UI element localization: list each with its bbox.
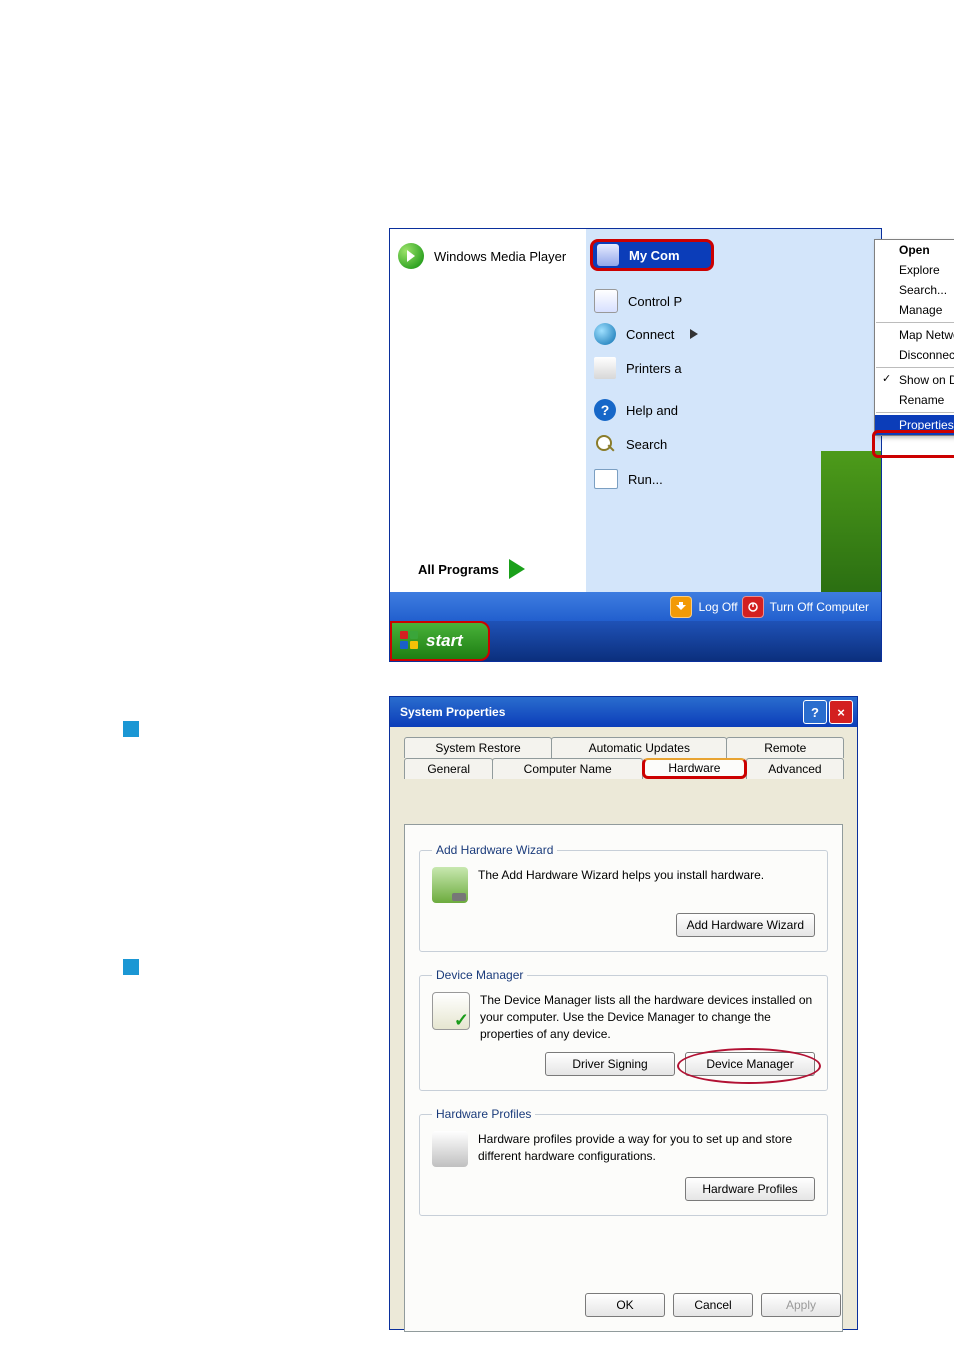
close-button[interactable]: ×: [829, 700, 853, 724]
hardware-profiles-icon: [432, 1131, 468, 1167]
start-item-label: Control P: [628, 294, 682, 309]
tab-hardware[interactable]: Hardware: [642, 758, 747, 779]
bullet: [123, 959, 139, 975]
group-legend: Hardware Profiles: [432, 1107, 535, 1121]
windows-logo-icon: [400, 631, 420, 651]
group-add-hardware: Add Hardware Wizard The Add Hardware Wiz…: [419, 843, 828, 952]
hardware-profiles-button[interactable]: Hardware Profiles: [685, 1177, 815, 1201]
cancel-button[interactable]: Cancel: [673, 1293, 753, 1317]
start-label: start: [426, 631, 463, 651]
start-item-run[interactable]: Run...: [594, 469, 704, 489]
start-menu-footer: Log Off Turn Off Computer: [390, 592, 881, 621]
dialog-body: System Restore Automatic Updates Remote …: [390, 727, 857, 1342]
menu-disconnect-drive[interactable]: Disconnect Network Drive...: [875, 345, 954, 365]
start-item-help[interactable]: ? Help and: [594, 399, 704, 421]
start-menu: Windows Media Player All Programs My Com…: [389, 228, 882, 662]
menu-separator: [876, 412, 954, 413]
chevron-right-icon: [690, 329, 698, 339]
search-icon: [594, 433, 616, 455]
device-manager-icon: [432, 992, 470, 1030]
all-programs[interactable]: All Programs: [418, 559, 525, 579]
help-button[interactable]: ?: [803, 700, 827, 724]
start-item-label: Windows Media Player: [434, 249, 566, 264]
bullet: [123, 721, 139, 737]
start-item-label: Printers a: [626, 361, 682, 376]
group-text: The Add Hardware Wizard helps you instal…: [478, 867, 764, 903]
power-icon: [742, 596, 764, 618]
start-item-label: My Com: [629, 248, 680, 263]
tab-computer-name[interactable]: Computer Name: [492, 758, 643, 779]
start-item-printers[interactable]: Printers a: [594, 357, 704, 379]
help-icon: ?: [594, 399, 616, 421]
start-item-control-panel[interactable]: Control P: [594, 289, 704, 313]
menu-show-desktop[interactable]: Show on Desktop: [875, 370, 954, 390]
tab-system-restore[interactable]: System Restore: [404, 737, 552, 758]
menu-map-drive[interactable]: Map Network Drive...: [875, 325, 954, 345]
turn-off-label: Turn Off Computer: [770, 600, 869, 614]
group-device-manager: Device Manager The Device Manager lists …: [419, 968, 828, 1091]
my-computer-icon: [597, 244, 619, 266]
tab-strip: System Restore Automatic Updates Remote …: [404, 737, 843, 781]
group-text: The Device Manager lists all the hardwar…: [480, 992, 815, 1042]
start-menu-right-column: My Com Control P Connect Printers a ? He…: [586, 229, 881, 592]
start-menu-left-column: Windows Media Player All Programs: [390, 229, 586, 592]
dialog-titlebar: System Properties ? ×: [390, 697, 857, 727]
menu-search[interactable]: Search...: [875, 280, 954, 300]
group-legend: Device Manager: [432, 968, 527, 982]
add-hardware-wizard-button[interactable]: Add Hardware Wizard: [676, 913, 815, 937]
log-off-button[interactable]: Log Off: [670, 596, 737, 618]
arrow-right-icon: [509, 559, 525, 579]
tab-general[interactable]: General: [404, 758, 493, 779]
tab-automatic-updates[interactable]: Automatic Updates: [551, 737, 727, 758]
menu-separator: [876, 322, 954, 323]
group-hardware-profiles: Hardware Profiles Hardware profiles prov…: [419, 1107, 828, 1216]
turn-off-button[interactable]: Turn Off Computer: [742, 596, 869, 618]
group-legend: Add Hardware Wizard: [432, 843, 557, 857]
ok-button[interactable]: OK: [585, 1293, 665, 1317]
menu-rename[interactable]: Rename: [875, 390, 954, 410]
menu-manage[interactable]: Manage: [875, 300, 954, 320]
system-properties-dialog: System Properties ? × System Restore Aut…: [389, 696, 858, 1330]
log-off-label: Log Off: [698, 600, 737, 614]
hardware-wizard-icon: [432, 867, 468, 903]
log-off-icon: [670, 596, 692, 618]
start-item-label: Connect: [626, 327, 674, 342]
group-text: Hardware profiles provide a way for you …: [478, 1131, 815, 1167]
context-menu: Open Explore Search... Manage Map Networ…: [874, 239, 954, 436]
tab-remote[interactable]: Remote: [726, 737, 844, 758]
start-item-label: Search: [626, 437, 667, 452]
start-item-label: Help and: [626, 403, 678, 418]
menu-separator: [876, 367, 954, 368]
apply-button[interactable]: Apply: [761, 1293, 841, 1317]
driver-signing-button[interactable]: Driver Signing: [545, 1052, 675, 1076]
tab-advanced[interactable]: Advanced: [746, 758, 844, 779]
start-item-label: Run...: [628, 472, 663, 487]
start-item-my-computer[interactable]: My Com: [590, 239, 714, 271]
all-programs-label: All Programs: [418, 562, 499, 577]
run-icon: [594, 469, 618, 489]
start-button[interactable]: start: [390, 621, 490, 661]
globe-icon: [594, 323, 616, 345]
printer-icon: [594, 357, 616, 379]
menu-properties[interactable]: Properties: [875, 415, 954, 435]
desktop-background: [821, 451, 881, 592]
control-panel-icon: [594, 289, 618, 313]
menu-explore[interactable]: Explore: [875, 260, 954, 280]
start-item-wmp[interactable]: Windows Media Player: [398, 243, 578, 269]
wmp-icon: [398, 243, 424, 269]
dialog-title: System Properties: [400, 705, 505, 719]
start-item-connect[interactable]: Connect: [594, 323, 704, 345]
menu-open[interactable]: Open: [875, 240, 954, 260]
device-manager-button[interactable]: Device Manager: [685, 1052, 815, 1076]
dialog-footer: OK Cancel Apply: [585, 1293, 841, 1317]
tab-panel-hardware: Add Hardware Wizard The Add Hardware Wiz…: [404, 824, 843, 1332]
start-item-search[interactable]: Search: [594, 433, 704, 455]
